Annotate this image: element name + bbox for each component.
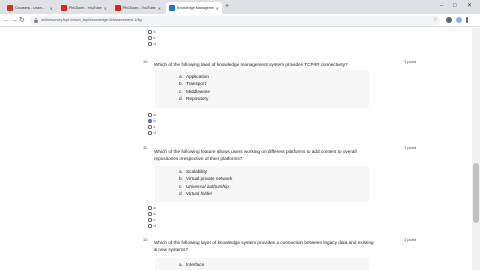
bookmark-star-icon[interactable]: ☆: [433, 17, 437, 23]
close-window-button[interactable]: ✕: [467, 1, 472, 11]
choice-radio[interactable]: d: [148, 131, 156, 135]
choice-label: d: [153, 131, 156, 135]
option-item: a. Application: [179, 74, 209, 79]
radio-button[interactable]: [148, 212, 152, 216]
question-text: Which of the following layer of knowledg…: [154, 240, 374, 252]
choice-label: d: [153, 42, 156, 46]
close-tab-icon[interactable]: ✕: [104, 6, 107, 11]
question-number: 12.: [143, 237, 149, 242]
choice-label: b: [153, 119, 156, 123]
close-tab-icon[interactable]: ✕: [216, 6, 219, 11]
radio-button[interactable]: [148, 125, 152, 129]
choice-label: d: [153, 224, 156, 228]
choice-label: a: [153, 206, 156, 210]
choice-label: b: [153, 30, 156, 34]
back-button[interactable]: ←: [3, 16, 10, 25]
radio-button[interactable]: [148, 218, 152, 222]
choice-label: c: [153, 218, 156, 222]
menu-kebab-icon[interactable]: [466, 17, 468, 23]
browser-tab-1[interactable]: Coursera - Learn... ✕: [4, 2, 56, 14]
choice-radio[interactable]: b: [148, 212, 156, 216]
minimize-button[interactable]: –: [440, 1, 443, 11]
choice-label: a: [153, 113, 156, 117]
close-tab-icon[interactable]: ✕: [158, 6, 161, 11]
choice-radio[interactable]: a: [148, 206, 156, 210]
choice-radio[interactable]: b: [148, 119, 156, 123]
browser-tab-4-active[interactable]: Knowledge Management - Qu... ✕: [166, 2, 222, 14]
lock-icon: [34, 18, 38, 23]
youtube-favicon-icon: [61, 5, 67, 11]
choice-radio[interactable]: c: [148, 36, 155, 40]
forward-button[interactable]: →: [11, 16, 18, 25]
option-item: d. Repository: [179, 96, 209, 101]
new-tab-button[interactable]: +: [225, 2, 229, 12]
question-points: 1 point: [404, 145, 417, 150]
browser-toolbar: ← → ↻ onlinesurvey.fupl.in/sort_fupl/kno…: [0, 14, 480, 27]
radio-button[interactable]: [148, 206, 152, 210]
url-text: onlinesurvey.fupl.in/sort_fupl/knowledge…: [41, 18, 142, 22]
option-item: c. Middleware: [179, 89, 210, 94]
browser-tab-2[interactable]: Pin/Zoom - YouTube Video... ✕: [58, 2, 110, 14]
radio-button[interactable]: [148, 131, 152, 135]
close-tab-icon[interactable]: ✕: [50, 6, 53, 11]
reload-button[interactable]: ↻: [19, 16, 25, 25]
maximize-button[interactable]: □: [453, 1, 457, 11]
tab-title: Pin/Zoom - YouTube Video...: [69, 6, 102, 10]
profile-avatar[interactable]: [456, 17, 462, 23]
choice-radio[interactable]: b: [148, 30, 156, 34]
question-points: 1 point: [404, 59, 417, 64]
radio-button[interactable]: [148, 30, 152, 34]
tab-title: Coursera - Learn...: [15, 6, 46, 10]
scrollbar-thumb[interactable]: [473, 163, 479, 223]
choice-radio[interactable]: c: [148, 218, 155, 222]
choice-radio[interactable]: d: [148, 42, 156, 46]
question-text: Which of the following laws of knowledge…: [154, 62, 348, 67]
option-item: a. Interface: [179, 262, 205, 267]
question-number: 11.: [143, 145, 149, 150]
radio-button[interactable]: [148, 42, 152, 46]
option-item: b. Virtual private network: [179, 176, 233, 181]
youtube-favicon-icon: [115, 5, 121, 11]
choice-label: c: [153, 36, 156, 40]
tab-title: Knowledge Management - Qu...: [177, 6, 214, 10]
choice-radio[interactable]: d: [148, 224, 156, 228]
radio-button[interactable]: [148, 36, 152, 40]
radio-button[interactable]: [148, 113, 152, 117]
browser-tab-bar: Coursera - Learn... ✕ Pin/Zoom - YouTube…: [0, 0, 480, 14]
page-scrollbar[interactable]: [472, 28, 480, 270]
option-item: a. Scalability: [179, 169, 208, 174]
tab-favicon-icon: [7, 5, 13, 11]
question-points: 1 point: [404, 237, 417, 242]
question-number: 10.: [143, 59, 149, 64]
option-item: b. Transport: [179, 81, 206, 86]
browser-tab-3[interactable]: Pin/Zoom - YouTube Video... ✕: [112, 2, 164, 14]
extension-icon[interactable]: [446, 17, 452, 23]
radio-button[interactable]: [148, 224, 152, 228]
option-item: d. Virtual folder: [179, 191, 213, 196]
choice-label: b: [153, 212, 156, 216]
question-text: Which of the following feature allows us…: [154, 149, 357, 161]
choice-radio[interactable]: a: [148, 113, 156, 117]
form-favicon-icon: [169, 5, 175, 11]
choice-radio[interactable]: c: [148, 125, 155, 129]
option-item: c. Universal authorship: [179, 184, 229, 189]
tab-title: Pin/Zoom - YouTube Video...: [123, 6, 156, 10]
radio-button-selected[interactable]: [148, 119, 152, 123]
address-bar[interactable]: onlinesurvey.fupl.in/sort_fupl/knowledge…: [30, 16, 440, 25]
choice-label: c: [153, 125, 156, 129]
